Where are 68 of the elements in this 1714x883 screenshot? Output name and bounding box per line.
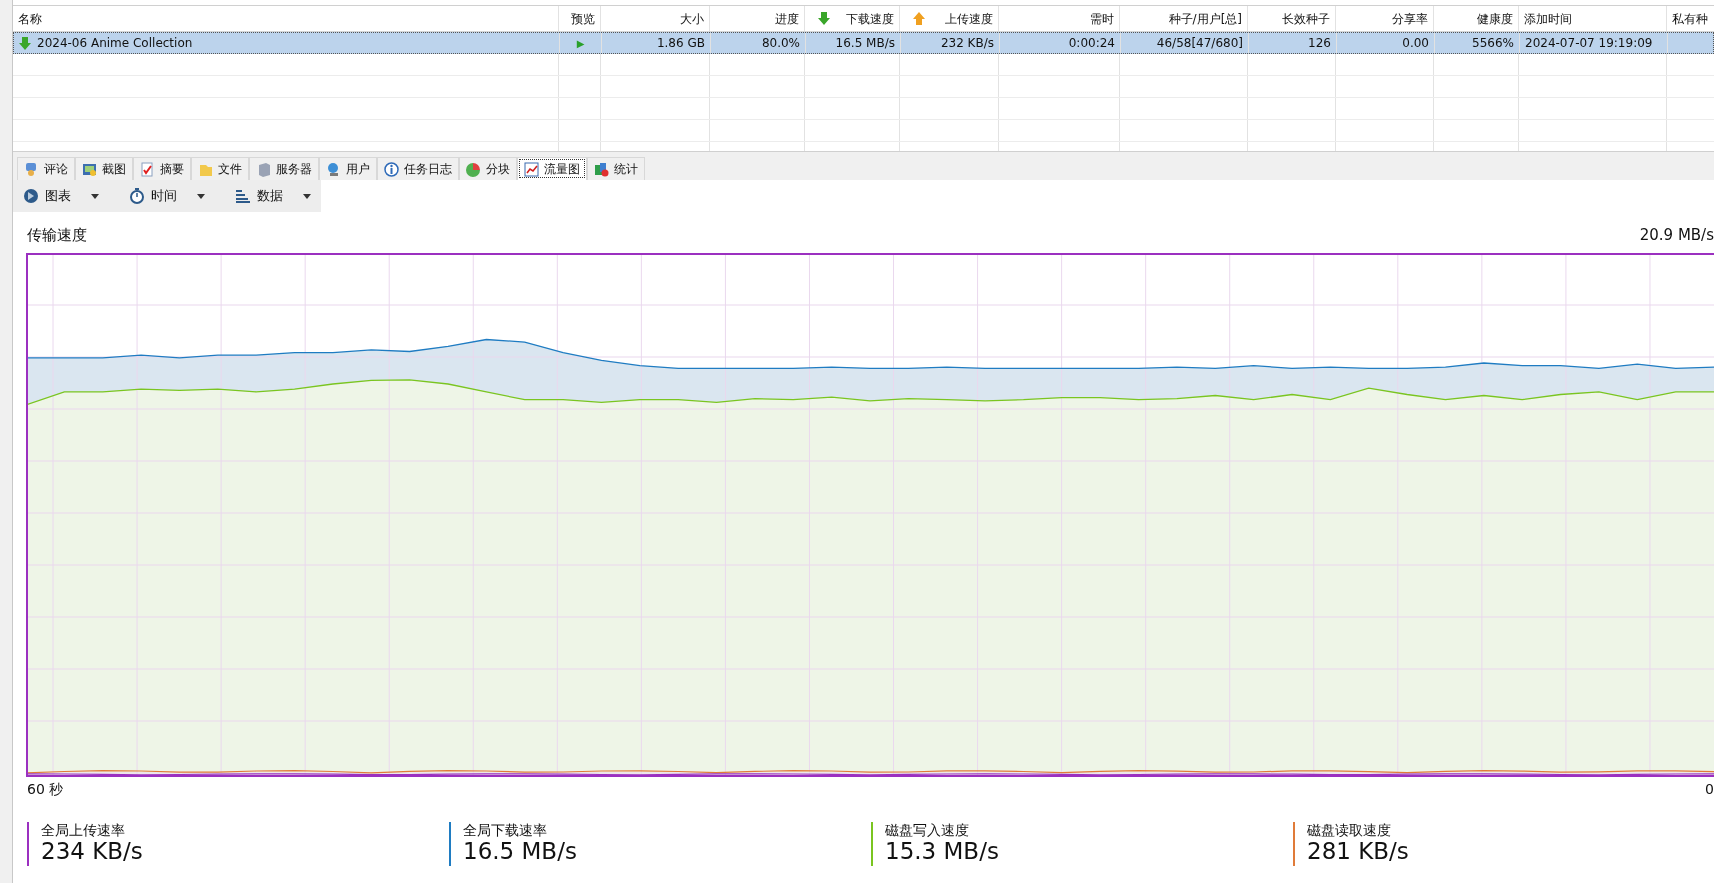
table-cell-text: 2024-07-07 19:19:09 <box>1525 35 1653 52</box>
toolbar-dropdown-button[interactable]: 数据 <box>235 186 311 206</box>
legend-label: 磁盘写入速度 <box>885 821 970 839</box>
tab[interactable]: 评论 <box>17 157 75 180</box>
graph-title: 传输速度 <box>27 225 87 246</box>
table-cell-text: 0:00:24 <box>1068 35 1115 52</box>
table-cell-text: 2024-06 Anime Collection <box>37 35 193 52</box>
table-cell-text: 80.0% <box>761 35 800 52</box>
tab[interactable]: 统计 <box>587 157 645 180</box>
tab-icon <box>82 161 97 177</box>
column-header[interactable]: 下载速度 <box>846 9 894 28</box>
tab[interactable]: 截图 <box>75 157 133 180</box>
tab-icon <box>384 161 399 177</box>
column-header[interactable]: 种子/用户[总] <box>1120 6 1248 31</box>
column-header[interactable]: 名称 <box>13 6 559 31</box>
caret-icon <box>303 193 311 199</box>
column-header[interactable]: 添加时间 <box>1519 6 1667 31</box>
tab-icon <box>256 161 271 177</box>
bars-icon <box>235 188 251 204</box>
tab-icon <box>594 161 609 177</box>
column-header[interactable]: 健康度 <box>1434 6 1519 31</box>
legend-value: 281 KB/s <box>1307 838 1410 866</box>
legend-label: 全局下载速率 <box>463 821 548 839</box>
tab[interactable]: 任务日志 <box>377 157 459 180</box>
down-arrow-icon <box>818 12 830 25</box>
legend-label: 全局上传速率 <box>41 821 126 839</box>
table-cell-text: 5566% <box>1472 35 1514 52</box>
table-cell-text: 1.86 GB <box>656 35 705 52</box>
column-header[interactable]: 私有种 <box>1667 6 1714 31</box>
tab[interactable]: 文件 <box>191 157 249 180</box>
column-header[interactable]: 上传速度 <box>945 9 993 28</box>
column-header[interactable]: 大小 <box>601 6 710 31</box>
tab-icon <box>24 161 39 177</box>
tab-icon <box>524 161 539 177</box>
stopwatch-icon <box>129 188 145 204</box>
legend-value: 234 KB/s <box>41 838 144 866</box>
tab[interactable]: 服务器 <box>249 157 319 180</box>
column-header[interactable]: 预览 <box>559 6 601 31</box>
axis-label: 60 秒 <box>27 779 64 799</box>
table-cell-text: 16.5 MB/s <box>835 35 895 52</box>
legend-value: 16.5 MB/s <box>463 838 578 866</box>
max-speed-label: 20.9 MB/s <box>1639 225 1714 246</box>
caret-icon <box>91 193 99 199</box>
table-cell-text: 0.00 <box>1402 35 1429 52</box>
caret-icon <box>197 193 205 199</box>
axis-label: 0 <box>1705 779 1714 799</box>
tab[interactable]: 流量图 <box>517 157 587 180</box>
toolbar-dropdown-button[interactable]: 图表 <box>23 186 99 206</box>
tab-icon <box>326 161 341 177</box>
down-arrow-icon <box>19 36 31 50</box>
tab-icon <box>466 161 481 177</box>
column-header[interactable]: 长效种子 <box>1248 6 1336 31</box>
toolbar-dropdown-button[interactable]: 时间 <box>129 186 205 206</box>
tab[interactable]: 摘要 <box>133 157 191 180</box>
column-header[interactable]: 分享率 <box>1336 6 1434 31</box>
legend-label: 磁盘读取速度 <box>1307 821 1392 839</box>
table-row[interactable]: 2024-06 Anime Collection ▶ 1.86 GB 80.0% 16.5 MB/s 232 KB/s 0:00:24 46/58[47/680] 126 0.00 5566% 2024-07-07 19:19:09 <box>13 32 1714 54</box>
tab-icon <box>140 161 155 177</box>
table-cell-text: 46/58[47/680] <box>1156 35 1243 52</box>
column-header[interactable]: 需时 <box>999 6 1120 31</box>
tab[interactable]: 分块 <box>459 157 517 180</box>
tab[interactable]: 用户 <box>319 157 377 180</box>
column-header[interactable]: 进度 <box>710 6 805 31</box>
table-cell-text: 232 KB/s <box>940 35 994 52</box>
table-cell-text: 126 <box>1308 35 1331 52</box>
chart-icon <box>23 188 39 204</box>
up-arrow-icon <box>913 12 925 25</box>
legend-value: 15.3 MB/s <box>885 838 1000 866</box>
